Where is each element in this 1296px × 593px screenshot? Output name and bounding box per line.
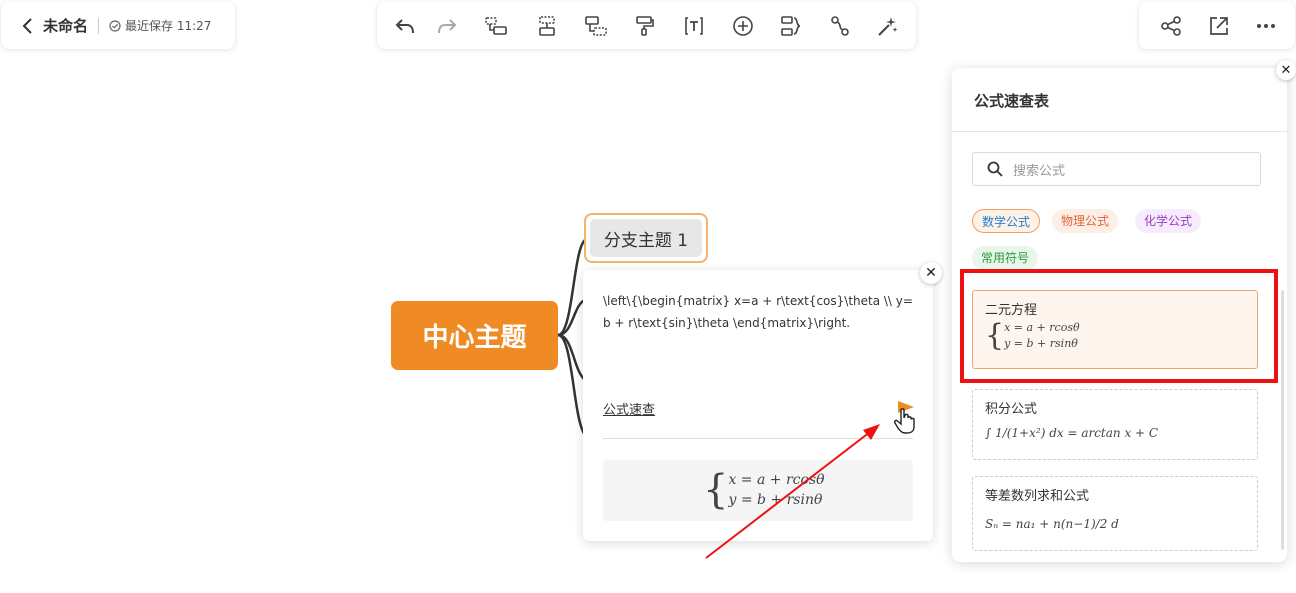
style-icon[interactable] [876,14,900,38]
latex-input[interactable]: \left\{\begin{matrix} x=a + r\text{cos}\… [603,290,915,334]
tag-physics[interactable]: 物理公式 [1052,209,1119,233]
toolbar [377,2,916,49]
tag-chemistry[interactable]: 化学公式 [1135,209,1202,233]
format-painter-icon[interactable] [633,14,657,38]
back-icon[interactable] [19,17,37,35]
formula-card-integral[interactable]: 积分公式 ∫ 1/(1+x²) dx = arctan x + C [972,389,1258,460]
divider [952,131,1287,132]
highlight-box [960,269,1278,383]
undo-icon[interactable] [393,14,417,38]
insert-sibling-icon[interactable] [484,14,508,38]
tag-math[interactable]: 数学公式 [972,209,1041,233]
save-status: 最近保存 11:27 [125,19,212,33]
add-icon[interactable] [731,14,755,38]
formula-expression: ∫ 1/(1+x²) dx = arctan x + C [985,426,1159,440]
formula-card-arithmetic-series[interactable]: 等差数列求和公式 Sₙ = na₁ + n(n−1)/2 d [972,476,1258,551]
formula-quick-link[interactable]: 公式速查 [603,399,655,418]
formula-card-title: 积分公式 [985,402,1038,417]
center-topic[interactable]: 中心主题 [391,301,558,370]
branch-topic-label: 分支主题 1 [590,219,702,257]
panel-scrollbar[interactable] [1281,290,1284,550]
divider [98,17,100,34]
export-icon[interactable] [1208,15,1230,37]
topright-actions [1139,2,1295,49]
redo-icon[interactable] [435,14,459,38]
more-icon[interactable] [1255,15,1277,37]
tag-symbols[interactable]: 常用符号 [972,246,1039,270]
search-placeholder: 搜索公式 [1013,163,1066,179]
summary-icon[interactable] [779,14,803,38]
panel-title: 公式速查表 [974,92,1050,110]
formula-card-title: 等差数列求和公式 [985,489,1090,504]
close-icon[interactable]: ✕ [920,262,942,284]
text-icon[interactable] [682,14,706,38]
insert-child-icon[interactable] [535,14,559,38]
saved-check-icon [109,19,121,32]
branch-topic[interactable]: 分支主题 1 [584,213,708,263]
annotation-arrow [705,424,880,559]
hand-cursor-icon [894,408,915,434]
document-title[interactable]: 未命名 [43,15,88,36]
relation-icon[interactable] [828,14,852,38]
search-icon [987,161,1003,177]
document-header: 未命名 最近保存 11:27 [1,2,235,49]
formula-expression: Sₙ = na₁ + n(n−1)/2 d [985,517,1119,531]
close-icon[interactable]: ✕ [1276,60,1296,80]
share-icon[interactable] [1160,15,1182,37]
insert-parent-icon[interactable] [584,14,608,38]
search-input[interactable]: 搜索公式 [972,152,1261,186]
